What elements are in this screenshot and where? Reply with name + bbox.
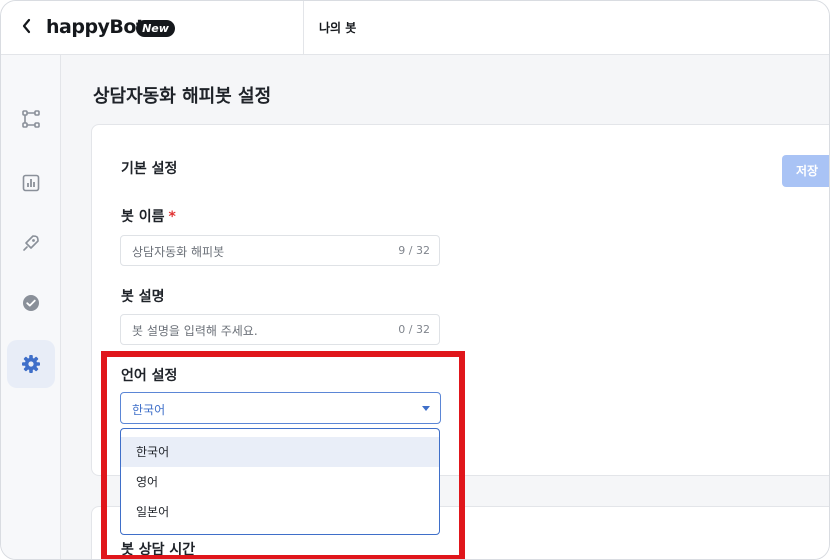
gear-icon	[22, 355, 40, 373]
bot-name-input[interactable]: 상담자동화 해피봇 9 / 32	[120, 235, 440, 266]
rocket-icon	[23, 235, 39, 251]
sidebar-item-flow[interactable]	[7, 95, 55, 143]
sidebar-item-settings[interactable]	[7, 340, 55, 388]
language-selected-value: 한국어	[132, 403, 166, 417]
required-mark: *	[168, 209, 176, 225]
language-option-korean[interactable]: 한국어	[121, 437, 439, 467]
bot-desc-label: 봇 설명	[121, 289, 165, 305]
check-circle-icon	[23, 295, 39, 311]
bot-name-label-text: 봇 이름	[121, 209, 165, 225]
sidebar	[1, 55, 61, 559]
bot-desc-char-count: 0 / 32	[398, 323, 430, 336]
sidebar-item-stats[interactable]	[7, 159, 55, 207]
language-option-english[interactable]: 영어	[121, 467, 439, 497]
section-title-consult-time: 봇 상담 시간	[121, 542, 196, 558]
bot-desc-placeholder: 봇 설명을 입력해 주세요.	[132, 324, 258, 338]
flow-icon	[22, 110, 40, 128]
sidebar-item-review[interactable]	[7, 279, 55, 327]
language-dropdown: 한국어 영어 일본어	[120, 428, 440, 535]
chart-icon	[22, 174, 40, 192]
language-option-japanese[interactable]: 일본어	[121, 497, 439, 527]
app-window: happyBot New 나의 봇 상담자동화 해피봇 설정 기본 설정 저장 …	[0, 0, 830, 560]
bot-name-label: 봇 이름 *	[121, 206, 176, 226]
tab-my-bot[interactable]: 나의 봇	[319, 19, 356, 36]
bot-name-value: 상담자동화 해피봇	[132, 245, 225, 259]
page-title: 상담자동화 해피봇 설정	[93, 86, 272, 107]
sidebar-item-deploy[interactable]	[7, 219, 55, 267]
app-logo: happyBot	[46, 16, 145, 38]
bot-name-char-count: 9 / 32	[398, 244, 430, 257]
language-label: 언어 설정	[121, 368, 178, 384]
top-bar: happyBot New 나의 봇	[1, 1, 829, 55]
section-title-basic: 기본 설정	[121, 161, 178, 177]
new-badge: New	[136, 20, 175, 37]
save-button[interactable]: 저장	[782, 155, 829, 187]
back-button[interactable]	[19, 15, 39, 37]
top-divider	[303, 1, 304, 54]
chevron-left-icon	[22, 18, 31, 34]
bot-desc-input[interactable]: 봇 설명을 입력해 주세요. 0 / 32	[120, 314, 440, 345]
language-select[interactable]: 한국어	[120, 392, 441, 424]
caret-down-icon	[422, 406, 430, 411]
